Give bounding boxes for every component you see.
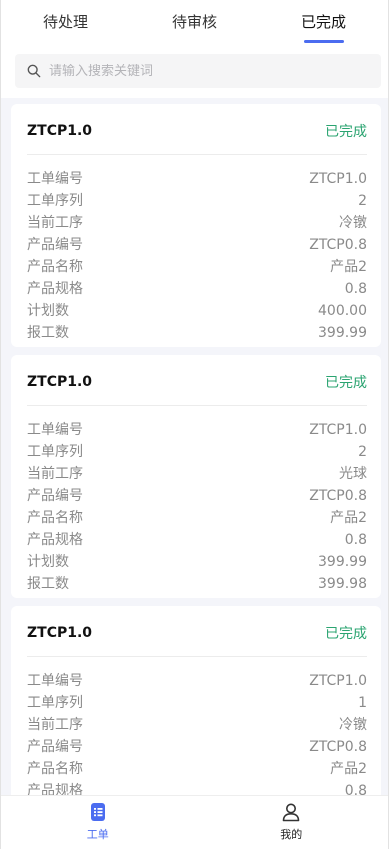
tab-bar: 待处理 待审核 已完成 <box>1 0 388 46</box>
field-label: 产品编号 <box>27 237 83 253</box>
field-label: 产品规格 <box>27 783 83 795</box>
field-label: 当前工序 <box>27 717 83 733</box>
field-value: 2 <box>358 444 367 460</box>
field-product-spec: 产品规格 0.8 <box>27 780 367 795</box>
card-header: ZTCP1.0 已完成 <box>27 359 367 406</box>
field-reported-qty: 报工数 399.98 <box>27 573 367 595</box>
app-frame: 待处理 待审核 已完成 ZTCP1.0 已完成 工单编号 ZTCP1.0 工单序列… <box>0 0 389 849</box>
field-label: 计划数 <box>27 303 69 319</box>
field-label: 工单序列 <box>27 695 83 711</box>
work-order-card[interactable]: ZTCP1.0 已完成 工单编号 ZTCP1.0 工单序列 2 当前工序 光球 产品编… <box>11 355 381 598</box>
work-order-icon <box>90 803 105 821</box>
field-current-process: 当前工序 光球 <box>27 463 367 485</box>
work-order-list: ZTCP1.0 已完成 工单编号 ZTCP1.0 工单序列 2 当前工序 冷镦 产品编… <box>1 98 388 795</box>
field-value: 产品2 <box>330 761 367 777</box>
work-order-card[interactable]: ZTCP1.0 已完成 工单编号 ZTCP1.0 工单序列 2 当前工序 冷镦 产品编… <box>11 104 381 347</box>
field-product-spec: 产品规格 0.8 <box>27 278 367 300</box>
field-value: ZTCP0.8 <box>309 237 367 253</box>
field-label: 工单序列 <box>27 444 83 460</box>
nav-label: 我的 <box>280 828 303 841</box>
field-current-process: 当前工序 冷镦 <box>27 212 367 234</box>
field-label: 报工数 <box>27 325 69 341</box>
field-label: 工单序列 <box>27 193 83 209</box>
field-label: 报工数 <box>27 576 69 592</box>
user-icon <box>282 803 300 822</box>
field-value: 0.8 <box>344 783 367 795</box>
field-value: 冷镦 <box>339 215 367 231</box>
field-label: 产品编号 <box>27 739 83 755</box>
field-label: 计划数 <box>27 554 69 570</box>
status-badge: 已完成 <box>325 124 367 140</box>
field-order-no: 工单编号 ZTCP1.0 <box>27 168 367 190</box>
field-value: 2 <box>358 193 367 209</box>
tab-completed[interactable]: 已完成 <box>259 0 388 46</box>
status-badge: 已完成 <box>325 375 367 391</box>
field-value: 399.98 <box>318 576 367 592</box>
field-value: 0.8 <box>344 281 367 297</box>
search-box[interactable] <box>15 54 381 88</box>
tab-pending[interactable]: 待处理 <box>1 0 130 46</box>
card-title: ZTCP1.0 <box>27 374 93 390</box>
field-value: 光球 <box>339 466 367 482</box>
search-input[interactable] <box>49 63 349 79</box>
work-order-card[interactable]: ZTCP1.0 已完成 工单编号 ZTCP1.0 工单序列 1 当前工序 冷镦 产品编… <box>11 606 381 795</box>
field-product-no: 产品编号 ZTCP0.8 <box>27 234 367 256</box>
field-product-name: 产品名称 产品2 <box>27 256 367 278</box>
field-value: ZTCP1.0 <box>309 673 367 689</box>
nav-work-order[interactable]: 工单 <box>1 796 195 849</box>
field-label: 产品名称 <box>27 259 83 275</box>
field-label: 当前工序 <box>27 466 83 482</box>
tab-review[interactable]: 待审核 <box>130 0 259 46</box>
field-value: 0.8 <box>344 532 367 548</box>
status-badge: 已完成 <box>325 626 367 642</box>
field-label: 工单编号 <box>27 171 83 187</box>
card-header: ZTCP1.0 已完成 <box>27 610 367 657</box>
field-order-seq: 工单序列 2 <box>27 441 367 463</box>
field-label: 产品名称 <box>27 510 83 526</box>
field-product-no: 产品编号 ZTCP0.8 <box>27 736 367 758</box>
nav-profile[interactable]: 我的 <box>195 796 389 849</box>
field-planned-qty: 计划数 399.99 <box>27 551 367 573</box>
field-label: 产品规格 <box>27 532 83 548</box>
field-label: 工单编号 <box>27 422 83 438</box>
field-order-seq: 工单序列 2 <box>27 190 367 212</box>
field-value: ZTCP1.0 <box>309 422 367 438</box>
field-current-process: 当前工序 冷镦 <box>27 714 367 736</box>
card-title: ZTCP1.0 <box>27 625 93 641</box>
card-header: ZTCP1.0 已完成 <box>27 108 367 155</box>
field-value: 399.99 <box>318 325 367 341</box>
field-value: ZTCP0.8 <box>309 739 367 755</box>
field-value: 冷镦 <box>339 717 367 733</box>
field-label: 工单编号 <box>27 673 83 689</box>
bottom-nav: 工单 我的 <box>1 795 388 849</box>
field-value: 399.99 <box>318 554 367 570</box>
field-label: 产品编号 <box>27 488 83 504</box>
field-product-name: 产品名称 产品2 <box>27 758 367 780</box>
field-order-no: 工单编号 ZTCP1.0 <box>27 419 367 441</box>
field-value: ZTCP0.8 <box>309 488 367 504</box>
field-product-no: 产品编号 ZTCP0.8 <box>27 485 367 507</box>
field-product-name: 产品名称 产品2 <box>27 507 367 529</box>
field-value: 400.00 <box>318 303 367 319</box>
search-bar <box>1 46 388 98</box>
field-value: 1 <box>358 695 367 711</box>
search-icon <box>27 64 41 78</box>
field-label: 当前工序 <box>27 215 83 231</box>
nav-label: 工单 <box>86 828 109 841</box>
field-reported-qty: 报工数 399.99 <box>27 322 367 344</box>
field-order-seq: 工单序列 1 <box>27 692 367 714</box>
card-title: ZTCP1.0 <box>27 123 93 139</box>
field-planned-qty: 计划数 400.00 <box>27 300 367 322</box>
field-label: 产品规格 <box>27 281 83 297</box>
field-order-no: 工单编号 ZTCP1.0 <box>27 670 367 692</box>
field-value: 产品2 <box>330 259 367 275</box>
field-product-spec: 产品规格 0.8 <box>27 529 367 551</box>
field-label: 产品名称 <box>27 761 83 777</box>
field-value: 产品2 <box>330 510 367 526</box>
field-value: ZTCP1.0 <box>309 171 367 187</box>
